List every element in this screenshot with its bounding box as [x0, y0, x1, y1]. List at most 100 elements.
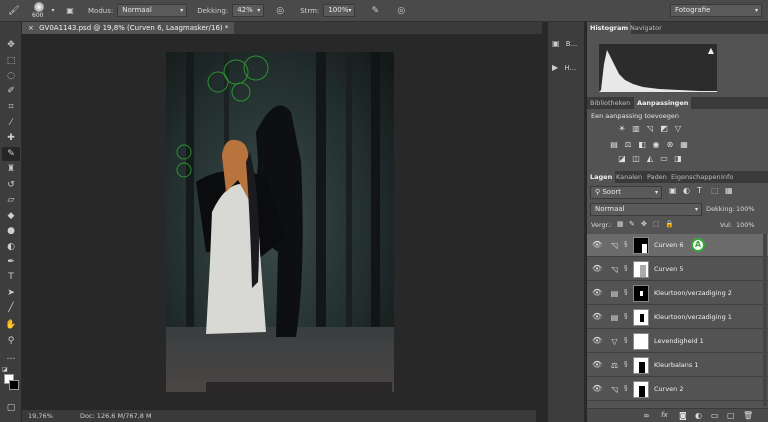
eye-icon[interactable]: 👁 [592, 312, 602, 321]
eye-icon[interactable]: 👁 [592, 264, 602, 273]
channel-mixer-icon[interactable]: ⊛ [665, 140, 675, 149]
filter-pixel-icon[interactable]: ▣ [669, 186, 677, 195]
link-icon[interactable]: § [624, 360, 628, 368]
close-icon[interactable]: × [28, 24, 34, 32]
link-layers-icon[interactable]: ∞ [643, 411, 650, 420]
layer-row-curven-6[interactable]: 👁 ◹ § Curven 6 A [587, 234, 768, 257]
mode-select[interactable]: Normaal ▾ [117, 4, 188, 17]
pressure-opacity-icon[interactable]: ◎ [274, 6, 286, 16]
eraser-tool-icon[interactable]: ▱ [2, 193, 20, 207]
brush-tool-icon[interactable]: 🖌 [8, 6, 20, 16]
dock-item-0[interactable]: ▣ B... [552, 36, 582, 52]
tab-layers[interactable]: Lagen [587, 171, 616, 183]
link-icon[interactable]: § [624, 264, 628, 272]
path-select-tool-icon[interactable]: ➤ [2, 286, 20, 300]
crop-tool-icon[interactable]: ⌗ [2, 100, 20, 114]
warning-icon[interactable]: ▲ [708, 46, 714, 55]
default-colors-icon[interactable]: ◪ [2, 366, 8, 373]
color-balance-icon[interactable]: ⚖ [623, 140, 633, 149]
tab-paths[interactable]: Paden [644, 171, 670, 183]
layer-mask-thumbnail[interactable] [633, 333, 649, 350]
layer-name[interactable]: Kleurtoon/verzadiging 2 [654, 289, 732, 297]
quick-mask-icon[interactable]: ▢ [2, 401, 20, 415]
filter-type-icon[interactable]: T [697, 186, 702, 195]
tab-libraries[interactable]: Bibliotheken [587, 97, 633, 109]
vibrance-icon[interactable]: ▽ [673, 124, 683, 133]
layer-row-kleurbalans-1[interactable]: 👁 ⚖ § Kleurbalans 1 [587, 354, 768, 377]
filter-smart-icon[interactable]: ▦ [725, 186, 733, 195]
levels-icon[interactable]: ▥ [631, 124, 641, 133]
layer-mask-thumbnail[interactable] [633, 237, 649, 254]
new-group-icon[interactable]: ▭ [711, 411, 719, 420]
workspace-select[interactable]: Fotografie ▾ [670, 4, 762, 17]
layer-mask-thumbnail[interactable] [633, 285, 649, 302]
more-tools-icon[interactable]: … [2, 350, 20, 364]
airbrush-icon[interactable]: ✎ [369, 6, 381, 16]
eye-icon[interactable]: 👁 [592, 288, 602, 297]
threshold-icon[interactable]: ◭ [645, 154, 655, 163]
fill-value[interactable]: 100% [736, 221, 755, 229]
selective-color-icon[interactable]: ◨ [673, 154, 683, 163]
lock-paint-icon[interactable]: ✎ [629, 220, 635, 228]
pressure-size-icon[interactable]: ◎ [395, 6, 407, 16]
flow-field[interactable]: 100% ▾ [323, 4, 356, 17]
brush-settings-icon[interactable]: ▣ [64, 6, 76, 15]
filter-adjustment-icon[interactable]: ◐ [683, 186, 690, 195]
eyedropper-tool-icon[interactable]: ⁄ [2, 116, 20, 130]
add-mask-icon[interactable]: ◙ [679, 411, 687, 420]
tab-properties[interactable]: Eigenschappen [668, 171, 724, 183]
zoom-tool-icon[interactable]: ⚲ [2, 334, 20, 348]
black-white-icon[interactable]: ◧ [637, 140, 647, 149]
type-tool-icon[interactable]: T [2, 270, 20, 284]
move-tool-icon[interactable]: ✥ [2, 38, 20, 52]
clone-stamp-tool-icon[interactable]: ♜ [2, 162, 20, 176]
layer-mask-thumbnail[interactable] [633, 309, 649, 326]
layers-scrollbar[interactable] [763, 234, 767, 406]
brush-tool-icon[interactable]: ✎ [2, 147, 20, 161]
tab-info[interactable]: Info [718, 171, 736, 183]
opacity-field[interactable]: 42% ▾ [232, 4, 265, 17]
hand-tool-icon[interactable]: ✋ [2, 318, 20, 332]
quick-select-tool-icon[interactable]: ✐ [2, 84, 20, 98]
blur-tool-icon[interactable]: ● [2, 224, 20, 238]
tab-channels[interactable]: Kanalen [613, 171, 645, 183]
posterize-icon[interactable]: ◫ [631, 154, 641, 163]
trash-icon[interactable]: 🗑 [743, 411, 753, 420]
exposure-icon[interactable]: ◩ [659, 124, 669, 133]
paint-bucket-tool-icon[interactable]: ◆ [2, 209, 20, 223]
link-icon[interactable]: § [624, 312, 628, 320]
layer-row-levendigheid-1[interactable]: 👁 ▽ § Levendigheid 1 [587, 330, 768, 353]
background-color-swatch[interactable] [9, 380, 19, 390]
layer-name[interactable]: Kleurtoon/verzadiging 1 [654, 313, 732, 321]
document-image[interactable] [166, 52, 394, 392]
link-icon[interactable]: § [624, 336, 628, 344]
layer-opacity-value[interactable]: 100% [736, 205, 755, 213]
layer-name[interactable]: Kleurbalans 1 [654, 361, 698, 369]
filter-shape-icon[interactable]: ⬚ [711, 186, 719, 195]
link-icon[interactable]: § [624, 384, 628, 392]
layer-mask-thumbnail[interactable] [633, 357, 649, 374]
layer-mask-thumbnail[interactable] [633, 381, 649, 398]
document-tab[interactable]: × GV0A1143.psd @ 19,8% (Curven 6, Laagma… [22, 22, 235, 34]
history-brush-tool-icon[interactable]: ↺ [2, 178, 20, 192]
tab-navigator[interactable]: Navigator [627, 22, 665, 34]
blend-mode-select[interactable]: Normaal ▾ [590, 203, 702, 216]
canvas-area[interactable] [22, 34, 536, 410]
dock-item-1[interactable]: ▶ H... [552, 60, 582, 76]
layer-name[interactable]: Levendigheid 1 [654, 337, 704, 345]
layer-name[interactable]: Curven 5 [654, 265, 684, 273]
link-icon[interactable]: § [624, 288, 628, 296]
brightness-icon[interactable]: ☀ [617, 124, 627, 133]
zoom-level[interactable]: 19,76% [28, 410, 53, 422]
pen-tool-icon[interactable]: ✒ [2, 255, 20, 269]
link-icon[interactable]: § [624, 240, 628, 248]
layer-row-kleurtoon-1[interactable]: 👁 ▤ § Kleurtoon/verzadiging 1 [587, 306, 768, 329]
layer-row-curven-2[interactable]: 👁 ◹ § Curven 2 [587, 378, 768, 401]
gradient-map-icon[interactable]: ▭ [659, 154, 669, 163]
layer-name[interactable]: Curven 6 [654, 241, 684, 249]
curves-icon[interactable]: ◹ [645, 124, 655, 133]
new-layer-icon[interactable]: ▢ [727, 411, 735, 420]
tab-histogram[interactable]: Histogram [587, 22, 632, 34]
lock-position-icon[interactable]: ✥ [641, 220, 647, 228]
new-adjustment-icon[interactable]: ◐ [695, 411, 702, 420]
